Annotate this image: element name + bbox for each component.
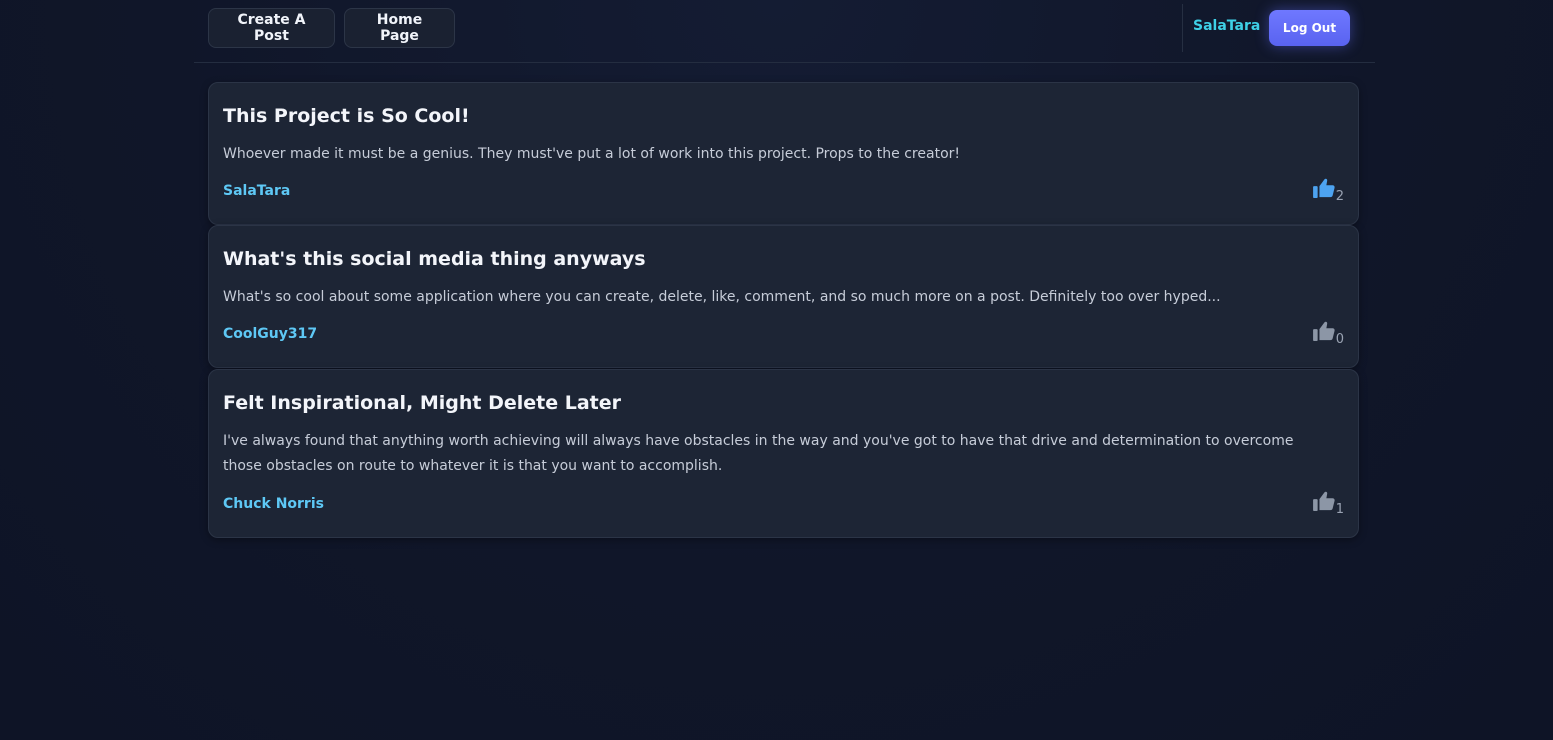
- nav-divider: [1182, 4, 1183, 52]
- home-page-button[interactable]: Home Page: [344, 8, 455, 48]
- like-control: 0: [1312, 321, 1344, 346]
- like-count: 0: [1335, 332, 1344, 347]
- like-count: 1: [1335, 502, 1344, 517]
- post-card[interactable]: Felt Inspirational, Might Delete Later I…: [208, 369, 1359, 538]
- post-author[interactable]: Chuck Norris: [223, 496, 324, 512]
- post-author[interactable]: SalaTara: [223, 183, 290, 199]
- like-control: 2: [1312, 178, 1344, 203]
- thumbs-up-icon[interactable]: [1312, 178, 1335, 198]
- post-body: I've always found that anything worth ac…: [223, 433, 1294, 474]
- like-control: 1: [1312, 491, 1344, 516]
- post-body: Whoever made it must be a genius. They m…: [223, 146, 960, 162]
- thumbs-up-icon[interactable]: [1312, 491, 1335, 511]
- logout-button[interactable]: Log Out: [1269, 10, 1350, 46]
- thumbs-up-icon[interactable]: [1312, 321, 1335, 341]
- create-post-button[interactable]: Create A Post: [208, 8, 335, 48]
- post-card[interactable]: What's this social media thing anyways W…: [208, 225, 1359, 368]
- post-card[interactable]: This Project is So Cool! Whoever made it…: [208, 82, 1359, 225]
- post-title: What's this social media thing anyways: [223, 248, 646, 270]
- post-author[interactable]: CoolGuy317: [223, 326, 317, 342]
- post-title: Felt Inspirational, Might Delete Later: [223, 392, 622, 414]
- post-title: This Project is So Cool!: [223, 105, 470, 127]
- top-navbar: Create A Post Home Page SalaTara Log Out: [194, 0, 1375, 63]
- like-count: 2: [1335, 189, 1344, 204]
- post-body: What's so cool about some application wh…: [223, 289, 1221, 305]
- current-username: SalaTara: [1193, 18, 1261, 34]
